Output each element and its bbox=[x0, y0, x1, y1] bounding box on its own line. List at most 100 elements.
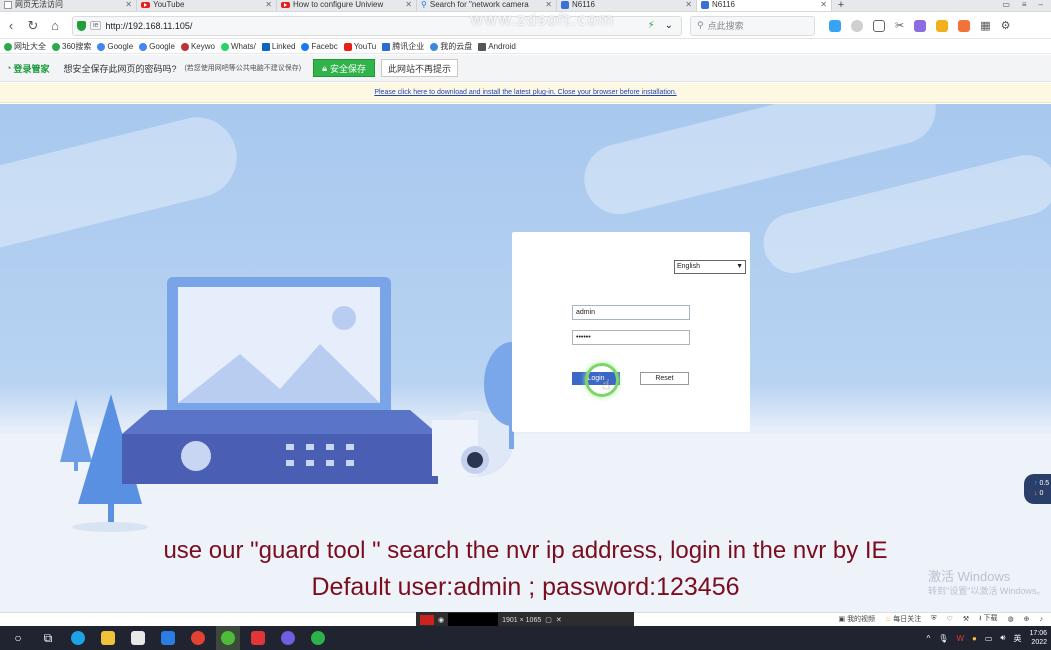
back-arrow-icon[interactable]: ‹ bbox=[0, 18, 22, 33]
bookmark-item[interactable]: Linked bbox=[261, 42, 295, 51]
fullscreen-icon[interactable]: ▢ bbox=[545, 616, 552, 624]
save-password-button[interactable]: 🔒︎ 安全保存 bbox=[313, 59, 375, 77]
close-icon[interactable]: ✕ bbox=[121, 0, 136, 11]
apps-grid-icon[interactable]: ▦ bbox=[980, 19, 990, 32]
search-icon: ⚲ bbox=[421, 0, 427, 9]
username-field[interactable]: admin bbox=[572, 305, 690, 320]
device-icon bbox=[561, 1, 569, 9]
new-tab-button[interactable]: + bbox=[832, 0, 850, 11]
reset-button[interactable]: Reset bbox=[640, 372, 689, 385]
bookmark-item[interactable]: YouTu bbox=[343, 42, 377, 51]
bookmark-item[interactable]: 360搜索 bbox=[52, 41, 91, 52]
ie-mode-icon[interactable]: ie bbox=[90, 21, 102, 30]
bookmark-item[interactable]: Keywo bbox=[180, 42, 215, 51]
close-icon[interactable]: ✕ bbox=[261, 0, 276, 11]
minimize-icon[interactable]: – bbox=[1039, 0, 1043, 11]
zoom-icon[interactable]: ⊕ bbox=[1024, 615, 1030, 623]
volume-tray-icon[interactable]: 🔊︎ bbox=[1000, 633, 1005, 643]
bookmark-label: Facebc bbox=[311, 42, 338, 51]
settings-app-icon[interactable] bbox=[276, 626, 300, 650]
microphone-icon[interactable]: 🎙︎ bbox=[938, 634, 948, 643]
password-field[interactable]: •••••• bbox=[572, 330, 690, 345]
language-select[interactable]: English ▼ bbox=[674, 260, 746, 274]
download-icon: ⭳ bbox=[979, 615, 982, 622]
tray-chevron-icon[interactable]: ^ bbox=[927, 634, 931, 643]
security-icon[interactable] bbox=[936, 19, 949, 32]
chrome-icon[interactable] bbox=[186, 626, 210, 650]
task-view-icon[interactable]: ⧉ bbox=[36, 626, 60, 650]
subtitle-line-1: use our "guard tool " search the nvr ip … bbox=[163, 537, 888, 564]
search-input[interactable]: ⚲ 点此搜索 bbox=[690, 15, 815, 36]
nvr-power-button bbox=[181, 441, 211, 471]
bookmark-label: 腾讯企业 bbox=[392, 42, 425, 51]
store-icon[interactable] bbox=[126, 626, 150, 650]
bookmark-item[interactable]: 腾讯企业 bbox=[382, 41, 424, 52]
windows-taskbar: ○ ⧉ ^ 🎙︎ W ● ▭ 🔊︎ 英 17:06 2022 bbox=[0, 626, 1051, 650]
key-icon: ◔ bbox=[6, 63, 12, 73]
upload-arrow-icon: ↑ bbox=[1034, 480, 1038, 487]
tools-icon[interactable]: ⚒ bbox=[963, 615, 969, 623]
wps-tray-icon[interactable]: W bbox=[956, 634, 964, 643]
my-video-button[interactable]: ▣ 我的视频 bbox=[838, 614, 875, 624]
game-icon[interactable] bbox=[958, 19, 971, 32]
translate-icon[interactable] bbox=[851, 19, 863, 32]
sun-graphic bbox=[332, 306, 356, 330]
bookmark-item[interactable]: 我的云盘 bbox=[430, 41, 472, 52]
speed-mode-icon[interactable]: ⚡ bbox=[648, 20, 655, 31]
bookmark-item[interactable]: Whats/ bbox=[220, 42, 256, 51]
url-actions: ⚡ ⌄ bbox=[648, 20, 681, 31]
restore-icon[interactable]: ▭ bbox=[1002, 0, 1010, 11]
bookmark-item[interactable]: Facebc bbox=[301, 42, 338, 51]
flame-icon: ♨ bbox=[885, 616, 892, 623]
network-speed-widget[interactable]: ↑ 0.5 ↓ 0 bbox=[1024, 474, 1051, 504]
heart-icon[interactable]: ♡ bbox=[947, 615, 953, 623]
activate-windows-title: 激活 Windows bbox=[928, 569, 1011, 584]
record-icon[interactable] bbox=[420, 615, 434, 625]
screen: { "tabs":[ {"label":"网页无法访问","icon":"bla… bbox=[0, 0, 1051, 650]
tab-how-to-configure[interactable]: How to configure Uniview ✕ bbox=[277, 0, 417, 11]
wps-icon[interactable] bbox=[246, 626, 270, 650]
download-button[interactable]: ⭳ 下载 bbox=[979, 613, 997, 625]
tray-app-icon[interactable]: ● bbox=[972, 634, 977, 643]
close-icon[interactable]: ✕ bbox=[401, 0, 416, 11]
home-icon[interactable]: ⌂ bbox=[44, 18, 66, 33]
ie-compat-icon[interactable]: ◍ bbox=[1008, 615, 1014, 623]
plugin-download-link[interactable]: Please click here to download and instal… bbox=[374, 89, 676, 96]
close-icon[interactable]: ✕ bbox=[816, 0, 831, 11]
shield-status-icon[interactable]: ⛨ bbox=[931, 615, 936, 623]
extension-icon[interactable] bbox=[829, 19, 841, 32]
360-browser-icon[interactable] bbox=[216, 626, 240, 650]
tab-youtube[interactable]: YouTube ✕ bbox=[137, 0, 277, 11]
search-circle-icon[interactable]: ○ bbox=[6, 626, 30, 650]
close-recorder-icon[interactable]: ✕ bbox=[556, 616, 562, 624]
google-icon bbox=[139, 42, 148, 51]
bookmark-item[interactable]: Google bbox=[97, 42, 133, 51]
settings-gear-icon[interactable]: ⚙ bbox=[1001, 19, 1011, 32]
volume-icon[interactable]: ♪ bbox=[1040, 616, 1044, 623]
input-method-label[interactable]: 英 bbox=[1013, 633, 1021, 644]
network-icon[interactable]: ▭ bbox=[985, 634, 993, 643]
clock[interactable]: 17:06 2022 bbox=[1029, 629, 1047, 647]
camera-icon[interactable]: ◉ bbox=[438, 616, 444, 624]
bookmark-item[interactable]: Android bbox=[478, 42, 516, 51]
bookmark-item[interactable]: 网址大全 bbox=[4, 41, 46, 52]
menu-icon[interactable]: ≡ bbox=[1022, 0, 1027, 11]
tab-n6116-active[interactable]: N6116 ✕ bbox=[697, 0, 832, 11]
file-explorer-icon[interactable] bbox=[96, 626, 120, 650]
tab-page-unavailable[interactable]: 网页无法访问 ✕ bbox=[0, 0, 137, 11]
screenshot-icon[interactable] bbox=[873, 19, 885, 32]
close-icon[interactable]: ✕ bbox=[681, 0, 696, 11]
edge-icon[interactable] bbox=[66, 626, 90, 650]
never-remind-button[interactable]: 此网站不再提示 bbox=[380, 59, 458, 77]
scissors-icon[interactable]: ✂ bbox=[895, 19, 904, 32]
bookmark-item[interactable]: Google bbox=[139, 42, 175, 51]
bookmark-label: Android bbox=[488, 42, 516, 51]
youtube-icon bbox=[281, 2, 290, 8]
mail-icon[interactable] bbox=[156, 626, 180, 650]
refresh-icon[interactable]: ↻ bbox=[22, 18, 44, 34]
dropdown-chevron-icon[interactable]: ⌄ bbox=[665, 20, 673, 31]
plugin-icon[interactable] bbox=[914, 19, 927, 32]
daily-news-button[interactable]: ♨ 每日关注 bbox=[885, 614, 921, 624]
wechat-icon[interactable] bbox=[306, 626, 330, 650]
bookmark-label: YouTu bbox=[353, 42, 377, 51]
